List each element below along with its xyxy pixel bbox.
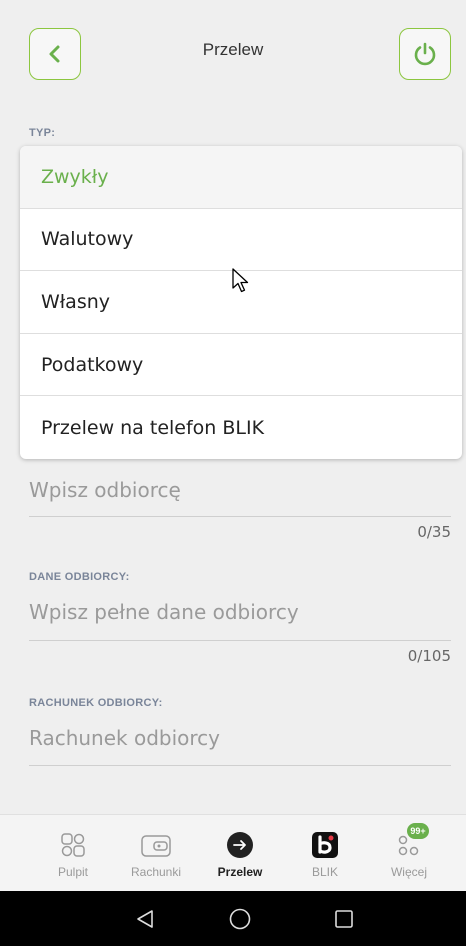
recipient-underline (29, 516, 451, 517)
recipient-counter: 0/35 (417, 523, 451, 541)
tab-przelew[interactable]: Przelew (200, 815, 280, 892)
type-option-blik-phone[interactable]: Przelew na telefon BLIK (20, 396, 462, 459)
recipient-account-underline (29, 765, 451, 766)
tab-pulpit[interactable]: Pulpit (33, 815, 113, 892)
tab-przelew-label: Przelew (217, 865, 263, 879)
page-title: Przelew (202, 40, 264, 59)
logout-button[interactable] (399, 28, 451, 80)
tab-blik[interactable]: BLIK (285, 815, 365, 892)
tab-blik-label: BLIK (311, 865, 338, 879)
notification-badge: 99+ (407, 823, 429, 839)
tab-rachunki-label: Rachunki (130, 865, 182, 879)
system-nav-bar (0, 891, 466, 946)
recipient-account-label: RACHUNEK ODBIORCY: (29, 697, 163, 709)
blik-icon (312, 832, 338, 858)
system-home-button[interactable] (226, 905, 254, 933)
triangle-back-icon (137, 910, 153, 928)
tab-wiecej[interactable]: 99+ Więcej (369, 815, 449, 892)
wallet-icon (141, 835, 171, 857)
dashboard-icon (61, 833, 85, 857)
recipient-input[interactable]: Wpisz odbiorcę (29, 478, 451, 502)
app-header: Przelew (0, 0, 466, 110)
arrow-right-circle-icon (227, 832, 253, 858)
system-recents-button[interactable] (330, 905, 358, 933)
bottom-tab-bar: Pulpit Rachunki Przelew BLIK 99+ Więcej (0, 814, 466, 891)
power-icon (414, 42, 436, 66)
type-dropdown[interactable]: Zwykły Walutowy Własny Podatkowy Przelew… (20, 146, 462, 459)
recipient-details-label: DANE ODBIORCY: (29, 571, 130, 583)
tab-rachunki[interactable]: Rachunki (116, 815, 196, 892)
square-recents-icon (335, 910, 353, 928)
type-option-zwykly[interactable]: Zwykły (20, 146, 462, 209)
system-back-button[interactable] (131, 905, 159, 933)
recipient-details-input[interactable]: Wpisz pełne dane odbiorcy (29, 600, 451, 624)
recipient-details-underline (29, 640, 451, 641)
type-option-walutowy[interactable]: Walutowy (20, 209, 462, 272)
type-label: TYP: (29, 127, 56, 139)
recipient-details-counter: 0/105 (407, 647, 451, 665)
mouse-cursor-icon (232, 268, 249, 293)
tab-pulpit-label: Pulpit (57, 865, 89, 879)
recipient-account-input[interactable]: Rachunek odbiorcy (29, 726, 451, 750)
type-option-podatkowy[interactable]: Podatkowy (20, 334, 462, 397)
circle-home-icon (229, 908, 251, 930)
tab-wiecej-label: Więcej (390, 865, 427, 879)
